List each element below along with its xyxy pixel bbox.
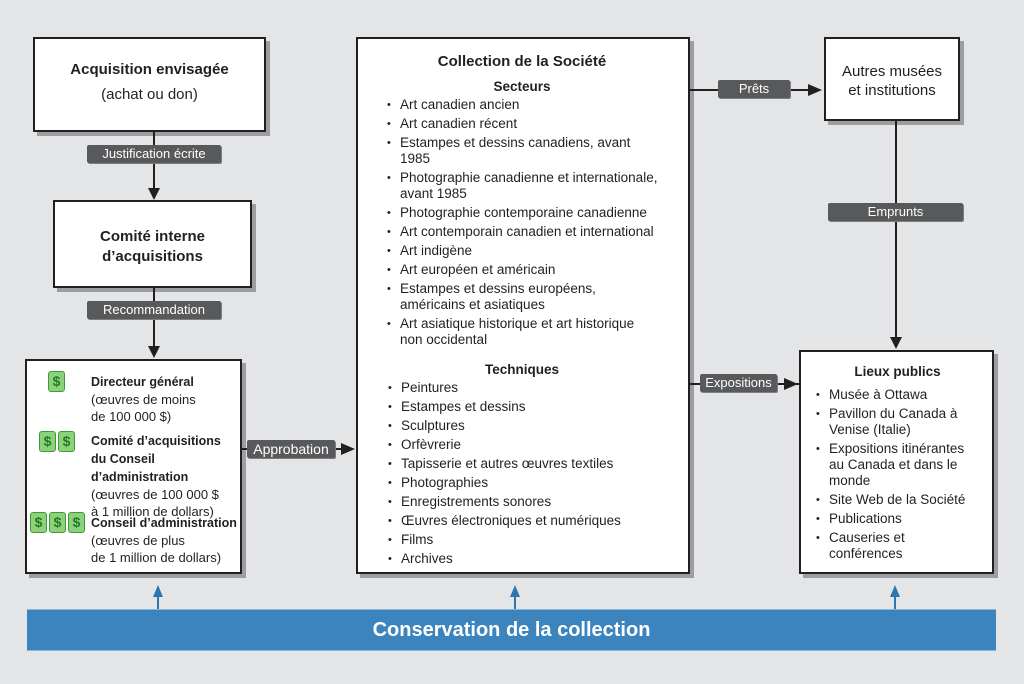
acquisition-title: Acquisition envisagée: [70, 61, 229, 78]
committee-line2: d’acquisitions: [102, 248, 203, 265]
dollar-icon: $: [48, 371, 65, 392]
arrow-down-icon: [148, 188, 160, 200]
dollar-icon: $: [58, 431, 75, 452]
committee-line1: Comité interne: [99, 228, 205, 245]
connector-line: [895, 121, 897, 339]
authority-desc: de 100 000 $): [91, 409, 172, 424]
sector-item: Art contemporain canadien et internation…: [384, 224, 664, 240]
sectors-list: Art canadien ancien Art canadien récent …: [384, 97, 664, 348]
authority-desc: (œuvres de 100 000 $: [91, 487, 219, 502]
conservation-bar: Conservation de la collection: [27, 609, 996, 651]
sector-item: Art canadien récent: [384, 116, 664, 132]
technique-item: Orfèvrerie: [385, 437, 664, 453]
technique-item: Photographies: [385, 475, 664, 491]
approval-authority-box: $ Directeur général (œuvres de moins de …: [25, 359, 242, 574]
connector-line: [157, 594, 159, 610]
sector-item: Art européen et américain: [384, 262, 664, 278]
authority-item: Conseil d’administration (œuvres de plus…: [91, 514, 237, 566]
sector-item: Art canadien ancien: [384, 97, 664, 113]
authority-item: Directeur général (œuvres de moins de 10…: [91, 373, 196, 425]
venue-item: Musée à Ottawa: [813, 387, 982, 403]
acquisition-subtitle: (achat ou don): [101, 86, 198, 103]
arrow-right-icon: [784, 378, 798, 390]
authority-icons-1: $: [48, 371, 67, 392]
other-museums-line2: et institutions: [848, 82, 936, 99]
sector-item: Estampes et dessins canadiens, avant 198…: [384, 135, 664, 167]
authority-icons-2: $ $: [39, 431, 77, 452]
sector-item: Art asiatique historique et art historiq…: [384, 316, 640, 348]
technique-item: Tapisserie et autres œuvres textiles: [385, 456, 664, 472]
justification-label: Justification écrite: [87, 145, 221, 163]
dollar-icon: $: [49, 512, 66, 533]
authority-desc: de 1 million de dollars): [91, 550, 222, 565]
sectors-heading: Secteurs: [493, 79, 551, 94]
sector-item: Estampes et dessins européens, américain…: [384, 281, 660, 313]
authority-icons-3: $ $ $: [30, 512, 87, 533]
venue-item: Expositions itinérantes au Canada et dan…: [813, 441, 979, 489]
technique-item: Peintures: [385, 380, 664, 396]
sector-item: Photographie canadienne et international…: [384, 170, 665, 202]
connector-line: [514, 594, 516, 610]
public-venues-title: Lieux publics: [854, 364, 941, 379]
sector-item: Photographie contemporaine canadienne: [384, 205, 664, 221]
technique-item: Œuvres électroniques et numériques: [385, 513, 664, 529]
technique-item: Sculptures: [385, 418, 664, 434]
dollar-icon: $: [30, 512, 47, 533]
public-venues-box: Lieux publics Musée à Ottawa Pavillon du…: [799, 350, 994, 574]
authority-desc: (œuvres de moins: [91, 392, 196, 407]
techniques-list: Peintures Estampes et dessins Sculptures…: [385, 380, 664, 567]
arrow-down-icon: [148, 346, 160, 358]
authority-title: Conseil d’administration: [91, 516, 237, 530]
arrow-right-icon: [341, 443, 355, 455]
arrow-down-icon: [890, 337, 902, 349]
exhibitions-label: Expositions: [700, 374, 777, 392]
other-museums-box: Autres musées et institutions: [824, 37, 960, 121]
loans-label: Prêts: [718, 80, 790, 98]
approval-label: Approbation: [247, 440, 335, 458]
authority-desc: (œuvres de plus: [91, 533, 185, 548]
internal-committee-box: Comité interne d’acquisitions: [53, 200, 252, 288]
public-venues-list: Musée à Ottawa Pavillon du Canada à Veni…: [813, 387, 982, 562]
other-museums-line1: Autres musées: [841, 63, 943, 80]
borrowings-label: Emprunts: [828, 203, 963, 221]
authority-title: Directeur général: [91, 375, 194, 389]
dollar-icon: $: [68, 512, 85, 533]
collection-title: Collection de la Société: [437, 53, 607, 70]
dollar-icon: $: [39, 431, 56, 452]
connector-line: [894, 594, 896, 610]
acquisition-box: Acquisition envisagée (achat ou don): [33, 37, 266, 132]
authority-title: Comité d’acquisitions: [91, 434, 221, 448]
authority-title: du Conseil d’administration: [91, 452, 189, 484]
sector-item: Art indigène: [384, 243, 664, 259]
authority-item: Comité d’acquisitions du Conseil d’admin…: [91, 432, 240, 520]
recommendation-label: Recommandation: [87, 301, 221, 319]
arrow-right-icon: [808, 84, 822, 96]
technique-item: Enregistrements sonores: [385, 494, 664, 510]
technique-item: Films: [385, 532, 664, 548]
technique-item: Archives: [385, 551, 664, 567]
techniques-heading: Techniques: [484, 362, 559, 377]
venue-item: Pavillon du Canada à Venise (Italie): [813, 406, 959, 438]
collection-box: Collection de la Société Secteurs Art ca…: [356, 37, 690, 574]
venue-item: Causeries et conférences: [813, 530, 982, 562]
venue-item: Publications: [813, 511, 982, 527]
venue-item: Site Web de la Société: [813, 492, 982, 508]
technique-item: Estampes et dessins: [385, 399, 664, 415]
